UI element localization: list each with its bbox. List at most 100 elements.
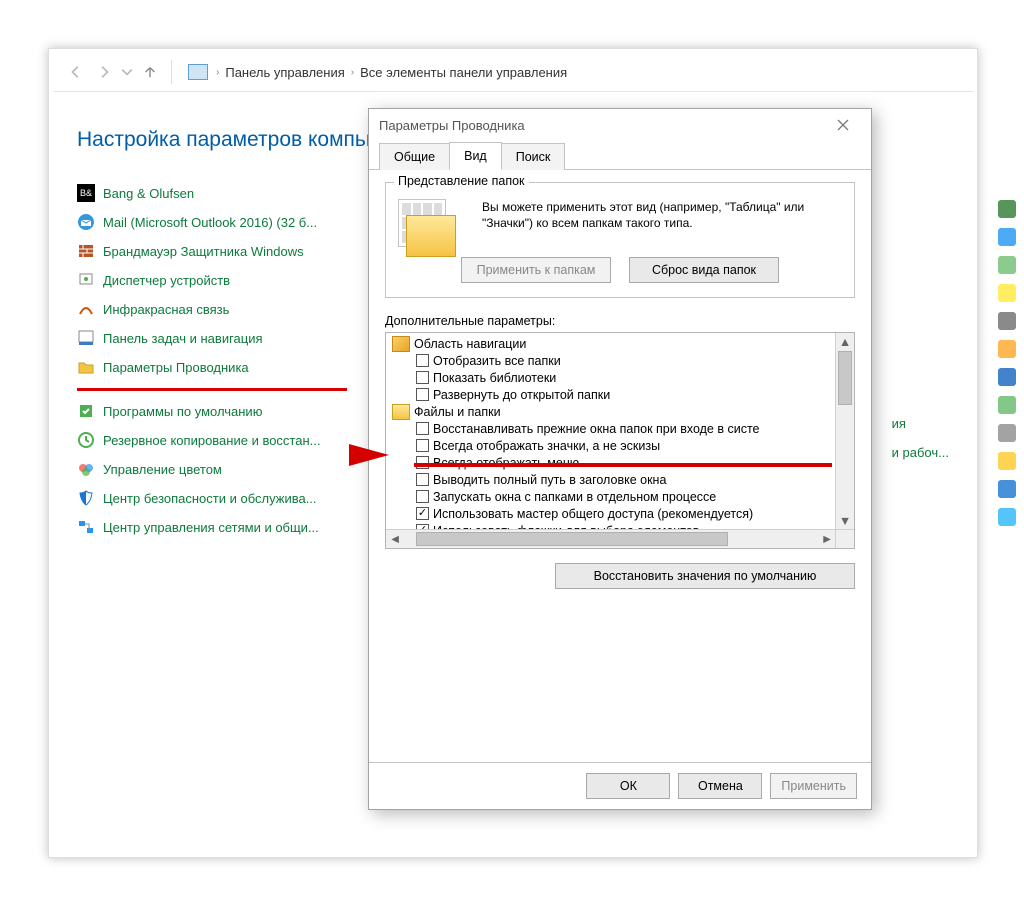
tab-search[interactable]: Поиск bbox=[501, 143, 566, 170]
nav-up-button[interactable] bbox=[139, 61, 161, 83]
cp-item-label: Параметры Проводника bbox=[103, 360, 249, 375]
scroll-right-icon[interactable]: ► bbox=[818, 530, 836, 548]
tray-icon[interactable] bbox=[998, 284, 1016, 302]
tray-icon[interactable] bbox=[998, 424, 1016, 442]
tree-group-navigation[interactable]: Область навигации bbox=[392, 335, 834, 352]
apply-button[interactable]: Применить bbox=[770, 773, 857, 799]
annotation-red-underline bbox=[77, 387, 347, 391]
cp-item-default-programs[interactable]: Программы по умолчанию bbox=[77, 402, 377, 420]
advanced-settings-tree[interactable]: Область навигации Отобразить все папки Пок… bbox=[385, 332, 855, 549]
horizontal-scrollbar[interactable]: ◄ ► bbox=[386, 529, 836, 548]
checkbox[interactable]: ✓ bbox=[416, 507, 429, 520]
cp-item-label: Mail (Microsoft Outlook 2016) (32 б... bbox=[103, 215, 317, 230]
tree-item-label: Показать библиотеки bbox=[433, 371, 556, 385]
folder-options-icon bbox=[77, 358, 95, 376]
tab-general[interactable]: Общие bbox=[379, 143, 450, 170]
cp-item-mail[interactable]: Mail (Microsoft Outlook 2016) (32 б... bbox=[77, 213, 377, 231]
color-icon bbox=[77, 460, 95, 478]
network-icon bbox=[77, 518, 95, 536]
tray-icon[interactable] bbox=[998, 312, 1016, 330]
bo-icon: B& bbox=[77, 184, 95, 202]
checkbox[interactable] bbox=[416, 388, 429, 401]
right-cutoff-links: ия и рабоч... bbox=[892, 416, 949, 460]
tree-item-label: Восстанавливать прежние окна папок при в… bbox=[433, 422, 760, 436]
cp-item-bang-olufsen[interactable]: B& Bang & Olufsen bbox=[77, 184, 377, 202]
checkbox[interactable] bbox=[416, 490, 429, 503]
checkbox[interactable] bbox=[416, 371, 429, 384]
cp-item-color-management[interactable]: Управление цветом bbox=[77, 460, 377, 478]
checkbox[interactable] bbox=[416, 422, 429, 435]
tree-item[interactable]: Запускать окна с папками в отдельном про… bbox=[416, 488, 834, 505]
tray-icon[interactable] bbox=[998, 396, 1016, 414]
tray-icon[interactable] bbox=[998, 340, 1016, 358]
tree-group-label: Область навигации bbox=[414, 337, 526, 351]
cp-item-backup-restore[interactable]: Резервное копирование и восстан... bbox=[77, 431, 377, 449]
breadcrumb-level-1[interactable]: Панель управления bbox=[225, 65, 344, 80]
cp-item-device-manager[interactable]: Диспетчер устройств bbox=[77, 271, 377, 289]
dialog-tabs: Общие Вид Поиск bbox=[369, 141, 871, 170]
taskbar-icon bbox=[77, 329, 95, 347]
tray-icon[interactable] bbox=[998, 508, 1016, 526]
scroll-thumb-vertical[interactable] bbox=[838, 351, 852, 405]
tree-item[interactable]: Показать библиотеки bbox=[416, 369, 834, 386]
dialog-title: Параметры Проводника bbox=[379, 118, 525, 133]
breadcrumb[interactable]: › Панель управления › Все элементы панел… bbox=[214, 65, 567, 80]
checkbox[interactable] bbox=[416, 456, 429, 469]
cp-item-firewall[interactable]: Брандмауэр Защитника Windows bbox=[77, 242, 377, 260]
tree-item[interactable]: Восстанавливать прежние окна папок при в… bbox=[416, 420, 834, 437]
cp-item-explorer-options[interactable]: Параметры Проводника bbox=[77, 358, 377, 376]
scroll-up-icon[interactable]: ▲ bbox=[836, 333, 854, 351]
tray-icon[interactable] bbox=[998, 200, 1016, 218]
tray-icon[interactable] bbox=[998, 228, 1016, 246]
tree-item-label: Отобразить все папки bbox=[433, 354, 561, 368]
control-panel-icon bbox=[188, 64, 208, 80]
tree-item[interactable]: Всегда отображать значки, а не эскизы bbox=[416, 437, 834, 454]
nav-back-button[interactable] bbox=[65, 61, 87, 83]
navigation-area-icon bbox=[392, 336, 410, 352]
tray-icon[interactable] bbox=[998, 452, 1016, 470]
nav-recent-dropdown[interactable] bbox=[121, 61, 133, 83]
dialog-footer: ОК Отмена Применить bbox=[369, 762, 871, 809]
tree-group-files-folders[interactable]: Файлы и папки bbox=[392, 403, 834, 420]
checkbox[interactable] bbox=[416, 439, 429, 452]
scroll-thumb-horizontal[interactable] bbox=[416, 532, 728, 546]
cp-item-network-center[interactable]: Центр управления сетями и общи... bbox=[77, 518, 377, 536]
cp-item-security-center[interactable]: Центр безопасности и обслужива... bbox=[77, 489, 377, 507]
tree-item[interactable]: Выводить полный путь в заголовке окна bbox=[416, 471, 834, 488]
tray-icon[interactable] bbox=[998, 368, 1016, 386]
mail-icon bbox=[77, 213, 95, 231]
infrared-icon bbox=[77, 300, 95, 318]
checkbox[interactable] bbox=[416, 473, 429, 486]
tray-icon[interactable] bbox=[998, 256, 1016, 274]
restore-defaults-button[interactable]: Восстановить значения по умолчанию bbox=[555, 563, 855, 589]
scroll-down-icon[interactable]: ▼ bbox=[836, 512, 854, 530]
cutoff-link-2[interactable]: и рабоч... bbox=[892, 445, 949, 460]
cp-item-label: Брандмауэр Защитника Windows bbox=[103, 244, 304, 259]
cutoff-link-1[interactable]: ия bbox=[892, 416, 949, 431]
breadcrumb-level-2[interactable]: Все элементы панели управления bbox=[360, 65, 567, 80]
dialog-titlebar[interactable]: Параметры Проводника bbox=[369, 109, 871, 141]
tab-view[interactable]: Вид bbox=[449, 142, 502, 170]
tree-item[interactable]: Всегда отображать меню bbox=[416, 454, 834, 471]
tree-item-label: Выводить полный путь в заголовке окна bbox=[433, 473, 666, 487]
cp-item-taskbar[interactable]: Панель задач и навигация bbox=[77, 329, 377, 347]
cp-item-label: Резервное копирование и восстан... bbox=[103, 433, 321, 448]
checkbox[interactable] bbox=[416, 354, 429, 367]
cp-item-label: Диспетчер устройств bbox=[103, 273, 230, 288]
tree-item-label: Развернуть до открытой папки bbox=[433, 388, 610, 402]
cp-item-infrared[interactable]: Инфракрасная связь bbox=[77, 300, 377, 318]
cancel-button[interactable]: Отмена bbox=[678, 773, 762, 799]
tree-item[interactable]: Развернуть до открытой папки bbox=[416, 386, 834, 403]
vertical-scrollbar[interactable]: ▲ ▼ bbox=[835, 333, 854, 530]
apply-to-folders-button[interactable]: Применить к папкам bbox=[461, 257, 611, 283]
tree-item[interactable]: Отобразить все папки bbox=[416, 352, 834, 369]
scroll-left-icon[interactable]: ◄ bbox=[386, 530, 404, 548]
tray-icon[interactable] bbox=[998, 480, 1016, 498]
ok-button[interactable]: ОК bbox=[586, 773, 670, 799]
cp-item-label: Bang & Olufsen bbox=[103, 186, 194, 201]
nav-forward-button[interactable] bbox=[93, 61, 115, 83]
tree-item[interactable]: ✓Использовать мастер общего доступа (рек… bbox=[416, 505, 834, 522]
tree-item-label: Запускать окна с папками в отдельном про… bbox=[433, 490, 716, 504]
reset-folders-button[interactable]: Сброс вида папок bbox=[629, 257, 779, 283]
close-button[interactable] bbox=[823, 112, 863, 138]
